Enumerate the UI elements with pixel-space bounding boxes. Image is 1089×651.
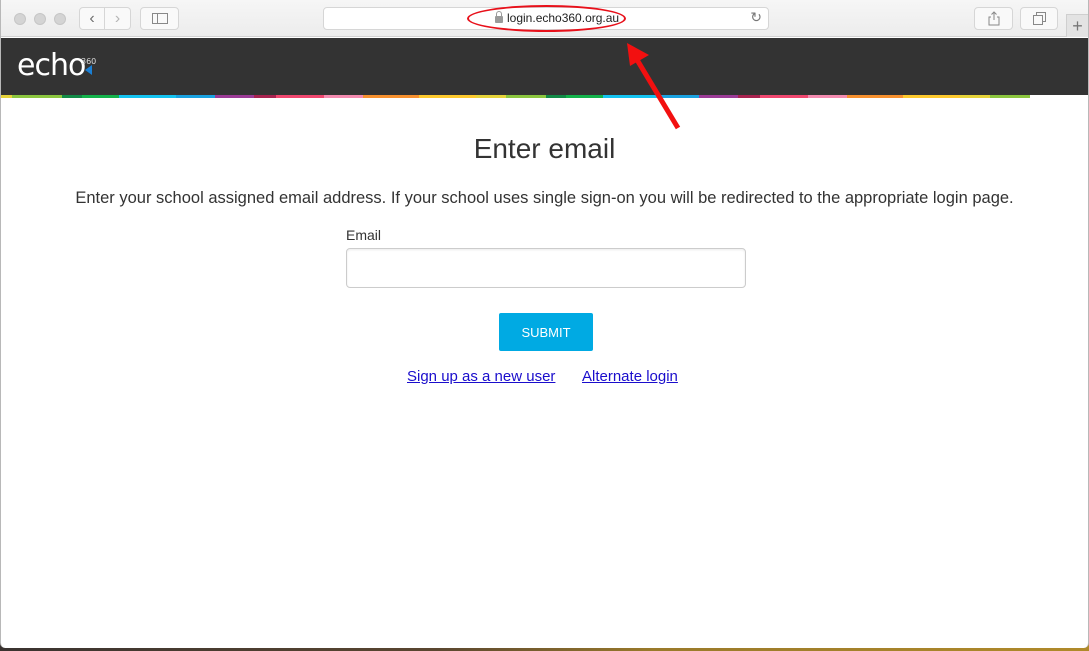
forward-button[interactable]: › [105, 7, 131, 30]
logo-text: echo [17, 48, 86, 83]
share-button[interactable] [974, 7, 1013, 30]
tabs-overview-icon [1032, 12, 1046, 25]
share-icon [988, 11, 999, 26]
stripe-segment [760, 95, 808, 98]
stripe-segment [363, 95, 419, 98]
play-icon [85, 65, 92, 75]
back-button[interactable]: ‹ [79, 7, 105, 30]
url-highlight-annotation [467, 5, 626, 32]
show-tabs-button[interactable] [1020, 7, 1058, 30]
reload-icon: ↻ [750, 9, 762, 25]
stripe-segment [738, 95, 760, 98]
new-tab-button[interactable]: + [1066, 14, 1088, 37]
stripe-segment [903, 95, 960, 98]
stripe-segment [660, 95, 699, 98]
stripe-segment [603, 95, 660, 98]
sidebar-button[interactable] [140, 7, 179, 30]
stripe-segment [699, 95, 738, 98]
chevron-left-icon: ‹ [89, 9, 95, 27]
close-window-button[interactable] [14, 13, 26, 25]
plus-icon: + [1072, 15, 1083, 36]
stripe-segment [254, 95, 276, 98]
reload-button[interactable]: ↻ [750, 9, 762, 26]
stripe-segment [215, 95, 254, 98]
chevron-right-icon: › [114, 9, 121, 27]
stripe-segment [546, 95, 566, 98]
stripe-segment [847, 95, 903, 98]
page-title: Enter email [473, 133, 616, 164]
email-input[interactable] [346, 248, 746, 288]
zoom-window-button[interactable] [54, 13, 66, 25]
stripe-segment [176, 95, 215, 98]
color-stripe [1, 95, 1088, 98]
sidebar-icon [151, 13, 168, 24]
stripe-segment [506, 95, 546, 98]
stripe-segment [990, 95, 1030, 98]
stripe-segment [82, 95, 119, 98]
stripe-segment [419, 95, 476, 98]
stripe-segment [119, 95, 176, 98]
stripe-segment [476, 95, 506, 98]
echo360-logo[interactable]: echo 360 [17, 48, 96, 84]
minimize-window-button[interactable] [34, 13, 46, 25]
stripe-segment [276, 95, 324, 98]
signup-link[interactable]: Sign up as a new user [407, 368, 555, 385]
stripe-segment [12, 95, 62, 98]
submit-button[interactable]: SUBMIT [499, 313, 593, 351]
stripe-segment [62, 95, 82, 98]
site-header: echo 360 [1, 38, 1088, 95]
navigation-buttons: ‹ › [79, 7, 132, 30]
stripe-segment [1, 95, 12, 98]
stripe-segment [960, 95, 990, 98]
browser-window: ‹ › login.echo360.org.au ↻ + echo 360 En… [0, 0, 1089, 648]
stripe-segment [566, 95, 603, 98]
stripe-segment [324, 95, 363, 98]
page-description: Enter your school assigned email address… [75, 189, 1014, 207]
alternate-login-link[interactable]: Alternate login [582, 368, 678, 385]
stripe-segment [808, 95, 847, 98]
email-label: Email [346, 227, 382, 243]
